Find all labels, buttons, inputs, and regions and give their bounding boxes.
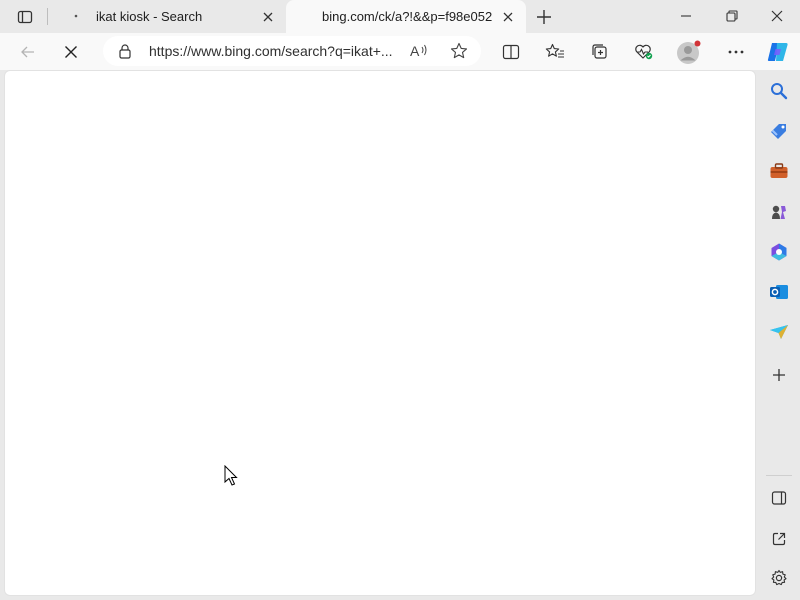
outlook-icon (770, 285, 788, 299)
tab-title: ikat kiosk - Search (96, 9, 203, 24)
drop-send-icon (770, 325, 788, 339)
copilot-icon (767, 43, 788, 61)
tab-close-button[interactable] (500, 9, 516, 25)
shopping-tag-icon (771, 124, 786, 139)
back-arrow-icon (21, 46, 34, 58)
minimize-button[interactable] (663, 2, 709, 30)
tab-ikat-kiosk-search[interactable]: ikat kiosk - Search (52, 0, 286, 33)
sidebar-outlook-button[interactable] (765, 278, 793, 306)
sidebar-tools-button[interactable] (765, 157, 793, 185)
tab-close-button[interactable] (260, 9, 276, 25)
sidebar-games-button[interactable] (765, 198, 793, 226)
svg-text:A: A (410, 43, 420, 59)
url-text[interactable]: https://www.bing.com/search?q=ikat+... (149, 43, 401, 59)
add-favorite-button[interactable] (449, 42, 469, 60)
address-bar[interactable]: https://www.bing.com/search?q=ikat+... A (103, 36, 481, 66)
page-content[interactable] (4, 70, 756, 596)
tab-bing-redirect[interactable]: bing.com/ck/a?!&&p=f98e05299 (286, 0, 526, 33)
close-icon (503, 12, 513, 21)
collections-icon (592, 44, 607, 59)
read-aloud-button[interactable]: A (409, 42, 429, 60)
browser-essentials-button[interactable] (628, 36, 660, 68)
star-icon (450, 42, 468, 59)
more-icon (728, 50, 744, 54)
microsoft365-icon (771, 243, 787, 261)
split-screen-button[interactable] (495, 36, 527, 68)
add-icon (773, 369, 785, 381)
navigation-toolbar: https://www.bing.com/search?q=ikat+... A (0, 33, 800, 70)
sidebar-shopping-button[interactable] (765, 117, 793, 145)
tools-briefcase-icon (770, 163, 788, 178)
loading-dot-icon (68, 9, 84, 25)
close-window-button[interactable] (754, 2, 800, 30)
edge-sidebar (758, 70, 800, 600)
sidebar-microsoft365-button[interactable] (765, 238, 793, 266)
back-button[interactable] (12, 36, 44, 68)
collections-button[interactable] (584, 36, 616, 68)
copilot-button[interactable] (762, 36, 794, 68)
profile-icon (677, 40, 701, 64)
hide-sidebar-button[interactable] (765, 484, 793, 512)
search-icon (771, 83, 788, 100)
close-icon (771, 10, 783, 22)
settings-more-button[interactable] (720, 36, 752, 68)
split-screen-icon (502, 44, 520, 60)
sidebar-add-button[interactable] (765, 361, 793, 389)
tab-separator (47, 8, 48, 25)
lock-icon[interactable] (117, 43, 133, 59)
restore-icon (726, 10, 738, 22)
sidebar-divider (766, 475, 792, 476)
tab-strip: ikat kiosk - Search bing.com/ck/a?!&&p=f… (0, 0, 800, 33)
favorites-icon (545, 43, 564, 58)
sidebar-search-button[interactable] (765, 77, 793, 105)
favorites-button[interactable] (539, 36, 571, 68)
restore-button[interactable] (709, 2, 755, 30)
read-aloud-icon: A (410, 43, 427, 59)
minimize-icon (681, 15, 691, 17)
games-chess-icon (772, 205, 786, 219)
tab-actions-button[interactable] (13, 6, 37, 28)
close-icon (263, 12, 273, 21)
mouse-cursor-icon (224, 465, 238, 486)
tab-actions-icon (17, 10, 33, 24)
tab-title: bing.com/ck/a?!&&p=f98e05299 (322, 9, 492, 24)
sidebar-drop-button[interactable] (765, 318, 793, 346)
open-in-new-window-button[interactable] (765, 525, 793, 553)
customize-sidebar-button[interactable] (765, 564, 793, 592)
hide-sidebar-icon (771, 491, 787, 505)
open-external-icon (772, 532, 786, 546)
gear-icon (771, 569, 787, 586)
new-tab-button[interactable] (532, 5, 556, 29)
heart-pulse-icon (635, 44, 653, 60)
profile-button[interactable] (673, 36, 705, 68)
stop-icon (65, 46, 77, 58)
plus-icon (537, 10, 551, 24)
stop-loading-button[interactable] (55, 36, 87, 68)
